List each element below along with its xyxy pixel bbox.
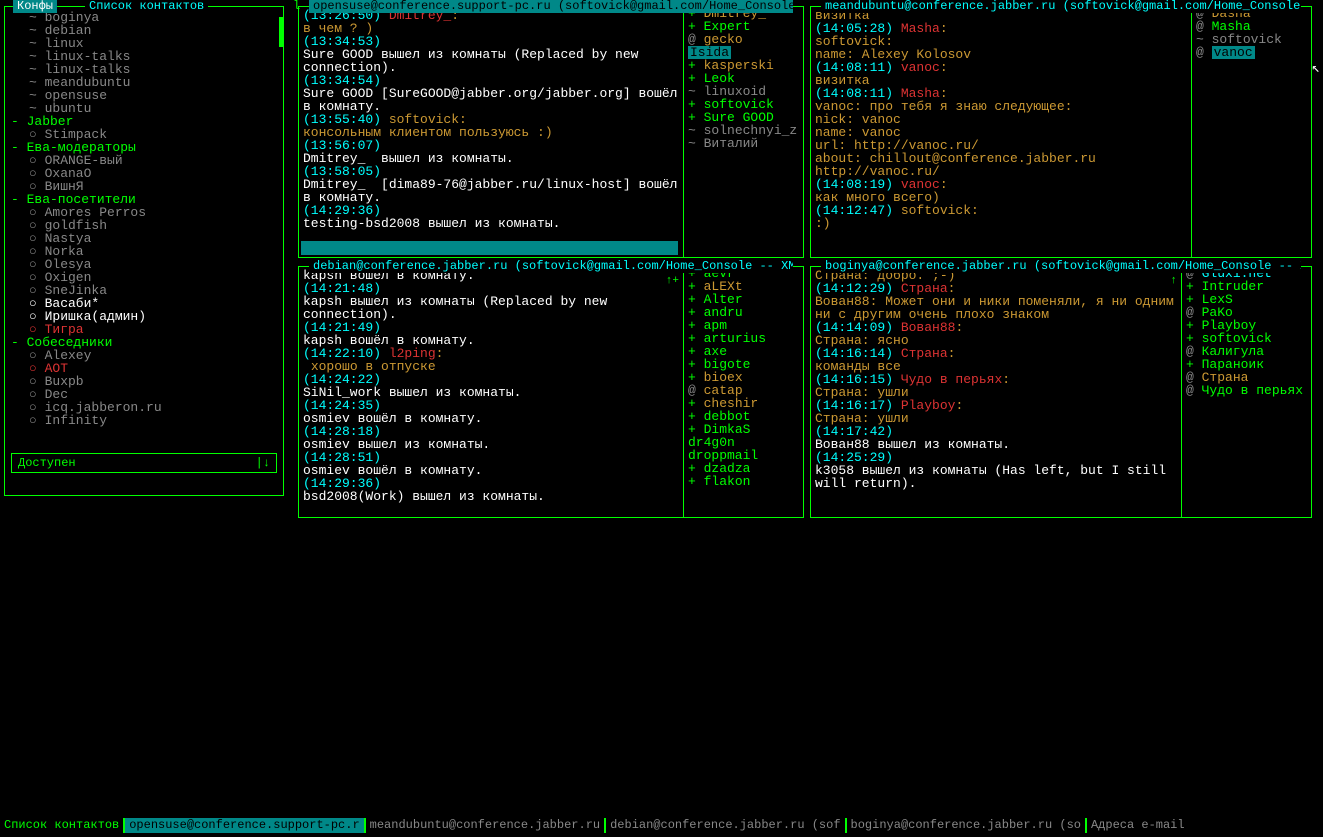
occupant[interactable]: @ Калигула bbox=[1186, 345, 1307, 358]
occupant[interactable]: @ gecko bbox=[688, 33, 799, 46]
occupant[interactable]: + Leok bbox=[688, 72, 799, 85]
room-title: debian@conference.jabber.ru (softovick@g… bbox=[309, 259, 793, 273]
roster-scrollbar[interactable] bbox=[279, 17, 283, 47]
occupant[interactable]: dr4g0n bbox=[688, 436, 799, 449]
room-opensuse[interactable]: opensuse@conference.support-pc.ru (softo… bbox=[298, 6, 804, 258]
occupant[interactable]: @ catap bbox=[688, 384, 799, 397]
occupant[interactable]: + bioex bbox=[688, 371, 799, 384]
occupant[interactable]: + bigote bbox=[688, 358, 799, 371]
contacts-pane[interactable]: Список контактов Конфы ~ boginya~ debian… bbox=[4, 6, 284, 496]
occupant[interactable]: + aLEXt bbox=[688, 280, 799, 293]
occupant[interactable]: + softovick bbox=[1186, 332, 1307, 345]
roster-list[interactable]: ~ boginya~ debian~ linux~ linux-talks~ l… bbox=[5, 7, 283, 431]
room-boginya[interactable]: boginya@conference.jabber.ru (softovick@… bbox=[810, 266, 1312, 518]
occupant[interactable]: ~ Виталий bbox=[688, 137, 799, 150]
room-title: opensuse@conference.support-pc.ru (softo… bbox=[309, 0, 793, 13]
occupant[interactable]: + Alter bbox=[688, 293, 799, 306]
bottom-tab[interactable]: meandubuntu@conference.jabber.ru bbox=[364, 818, 604, 833]
chat-line: kapsh вышел из комнаты (Replaced by new … bbox=[303, 295, 679, 321]
chat-line: bsd2008(Work) вышел из комнаты. bbox=[303, 490, 679, 503]
chat-line: Sure GOOD вышел из комнаты (Replaced by … bbox=[303, 48, 679, 74]
chat-line: :) bbox=[815, 217, 1187, 230]
bottom-tab[interactable]: Список контактов bbox=[0, 818, 123, 833]
occupant[interactable]: @ vanoc bbox=[1196, 46, 1307, 59]
scroll-up-indicator: ↑+ bbox=[666, 275, 679, 287]
roster-item[interactable]: ○ Infinity bbox=[11, 414, 277, 427]
occupant[interactable]: + kasperski bbox=[688, 59, 799, 72]
occupant-list[interactable]: + Dmitrey_+ Expert@ gecko Isida+ kaspers… bbox=[683, 7, 803, 257]
occupant[interactable]: + Expert bbox=[688, 20, 799, 33]
chat-line: (14:08:11) vanoc: bbox=[815, 61, 1187, 74]
occupant[interactable]: ~ linuxoid bbox=[688, 85, 799, 98]
occupant[interactable]: + cheshir bbox=[688, 397, 799, 410]
room-meandubuntu[interactable]: meandubuntu@conference.jabber.ru (softov… bbox=[810, 6, 1312, 258]
chat-line: (14:12:47) softovick: bbox=[815, 204, 1187, 217]
bottom-tab[interactable]: Адреса e-mail bbox=[1085, 818, 1189, 833]
status-line[interactable]: Доступен |↓ bbox=[11, 453, 277, 473]
cursor-pointer-icon: ↖ bbox=[1312, 60, 1320, 77]
occupant[interactable]: Isida bbox=[688, 46, 799, 59]
occupant-list[interactable]: @ Gluxi.net+ Intruder+ LexS@ PaKo+ Playb… bbox=[1181, 267, 1311, 517]
occupant[interactable]: @ Страна bbox=[1186, 371, 1307, 384]
room-title: meandubuntu@conference.jabber.ru (softov… bbox=[821, 0, 1301, 13]
bottom-tab[interactable]: opensuse@conference.support-pc.r bbox=[123, 818, 363, 833]
room-debian[interactable]: debian@conference.jabber.ru (softovick@g… bbox=[298, 266, 804, 518]
occupant[interactable]: @ Чудо в перьях bbox=[1186, 384, 1307, 397]
chat-line: testing-bsd2008 вышел из комнаты. bbox=[303, 217, 679, 230]
contacts-title: Список контактов bbox=[85, 0, 208, 13]
occupant[interactable]: + Параноик bbox=[1186, 358, 1307, 371]
input-field[interactable] bbox=[301, 241, 678, 255]
occupant[interactable]: + debbot bbox=[688, 410, 799, 423]
occupant[interactable]: + DimkaS bbox=[688, 423, 799, 436]
occupant[interactable]: + LexS bbox=[1186, 293, 1307, 306]
occupant[interactable]: + axe bbox=[688, 345, 799, 358]
occupant[interactable]: + flakon bbox=[688, 475, 799, 488]
status-indicator: |↓ bbox=[256, 456, 270, 470]
occupant[interactable]: + Sure GOOD bbox=[688, 111, 799, 124]
chat-log[interactable]: (13:26:50) Dmitrey_:в чем ? )(13:34:53)S… bbox=[299, 7, 683, 257]
scroll-up-indicator: ↑ bbox=[1170, 275, 1177, 287]
room-marker: l bbox=[293, 0, 300, 13]
chat-line: k3058 вышел из комнаты (Has left, but I … bbox=[815, 464, 1177, 490]
occupant[interactable]: + arturius bbox=[688, 332, 799, 345]
room-title: boginya@conference.jabber.ru (softovick@… bbox=[821, 259, 1301, 273]
occupant[interactable]: + andru bbox=[688, 306, 799, 319]
chat-log[interactable]: визитка(14:05:28) Masha:softovick:name: … bbox=[811, 7, 1191, 257]
occupant[interactable]: @ Masha bbox=[1196, 20, 1307, 33]
status-text: Доступен bbox=[18, 456, 76, 470]
occupant[interactable]: + Intruder bbox=[1186, 280, 1307, 293]
occupant-list[interactable]: @ Dasha@ Masha~ softovick@ vanoc bbox=[1191, 7, 1311, 257]
occupant[interactable]: @ PaKo bbox=[1186, 306, 1307, 319]
occupant[interactable]: + softovick bbox=[688, 98, 799, 111]
occupant[interactable]: ~ solnechnyi_z bbox=[688, 124, 799, 137]
bottom-tab[interactable]: boginya@conference.jabber.ru (so bbox=[845, 818, 1085, 833]
chat-line: Sure GOOD [SureGOOD@jabber.org/jabber.or… bbox=[303, 87, 679, 113]
bottom-tab[interactable]: debian@conference.jabber.ru (sof bbox=[604, 818, 844, 833]
contacts-tab[interactable]: Конфы bbox=[13, 0, 57, 13]
occupant[interactable]: ~ softovick bbox=[1196, 33, 1307, 46]
chat-line: Вован88: Может они и ники поменяли, я ни… bbox=[815, 295, 1177, 321]
chat-log[interactable]: Страна: добро. ;-)(14:12:29) Страна:Вова… bbox=[811, 267, 1181, 517]
occupant[interactable]: + apm bbox=[688, 319, 799, 332]
occupant[interactable]: droppmail bbox=[688, 449, 799, 462]
bottom-tab-bar[interactable]: Список контактовopensuse@conference.supp… bbox=[0, 818, 1323, 833]
chat-line: Dmitrey_ [dima89-76@jabber.ru/linux-host… bbox=[303, 178, 679, 204]
occupant[interactable]: + Playboy bbox=[1186, 319, 1307, 332]
chat-log[interactable]: kapsh вошёл в комнату.(14:21:48)kapsh вы… bbox=[299, 267, 683, 517]
occupant[interactable]: + dzadza bbox=[688, 462, 799, 475]
occupant-list[interactable]: + aevr+ aLEXt+ Alter+ andru+ apm+ arturi… bbox=[683, 267, 803, 517]
